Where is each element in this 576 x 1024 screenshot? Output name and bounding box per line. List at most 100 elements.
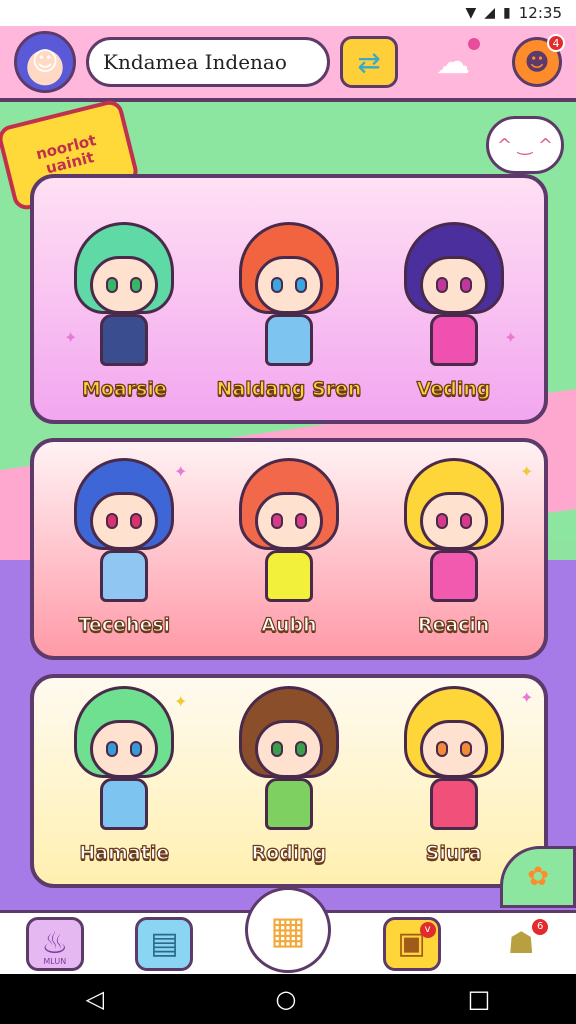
character-name: Roding bbox=[251, 841, 327, 864]
character-eye bbox=[106, 513, 119, 529]
character-eye bbox=[106, 277, 119, 293]
character-eye bbox=[106, 741, 119, 757]
character-tile[interactable]: Aubh bbox=[214, 458, 364, 637]
basket-icon: ▦ bbox=[270, 907, 306, 952]
character-portrait bbox=[64, 222, 184, 372]
character-name: Veding bbox=[416, 377, 491, 400]
character-eye bbox=[435, 741, 448, 757]
status-time: 12:35 bbox=[518, 4, 562, 22]
character-face bbox=[419, 256, 488, 314]
character-face bbox=[254, 256, 323, 314]
character-tile[interactable]: Veding bbox=[379, 222, 529, 401]
wifi-icon: ▼ bbox=[465, 5, 477, 21]
character-outfit bbox=[429, 778, 478, 830]
player-name-field[interactable]: Kndamea Indenao bbox=[86, 37, 330, 87]
battery-icon: ▮ bbox=[503, 5, 511, 21]
home-icon[interactable]: ○ bbox=[275, 985, 296, 1013]
character-tile[interactable]: Siura bbox=[379, 686, 529, 865]
character-tile[interactable]: Reacin bbox=[379, 458, 529, 637]
card-icon: ▤ bbox=[150, 926, 179, 961]
sparkle-icon: ✦ bbox=[520, 462, 534, 481]
character-name: Siura bbox=[425, 841, 482, 864]
character-portrait bbox=[229, 222, 349, 372]
character-face bbox=[254, 720, 323, 778]
smile-badge: 4 bbox=[547, 34, 565, 52]
character-portrait bbox=[64, 458, 184, 608]
character-name: Aubh bbox=[261, 613, 318, 636]
character-eye bbox=[130, 277, 143, 293]
character-outfit bbox=[429, 314, 478, 366]
nav-potion-button[interactable]: ♨ MLUN bbox=[25, 916, 84, 971]
character-face bbox=[90, 720, 159, 778]
nav-label: MLUN bbox=[43, 956, 67, 966]
character-card-row-1: ✦ ✦ Moarsie Naldang Sren Veding bbox=[30, 174, 548, 424]
character-card-row-3: ✦ ✦ Hamatie Roding Siura bbox=[30, 674, 548, 888]
character-eye bbox=[294, 277, 307, 293]
character-name: Naldang Sren bbox=[216, 377, 362, 400]
character-portrait bbox=[229, 458, 349, 608]
nav-basket-button[interactable]: ▦ bbox=[244, 886, 331, 973]
character-portrait bbox=[394, 686, 514, 836]
smile-icon: ☻ bbox=[524, 48, 550, 76]
character-outfit bbox=[100, 550, 149, 602]
character-outfit bbox=[429, 550, 478, 602]
character-portrait bbox=[394, 458, 514, 608]
signal-icon: ◢ bbox=[484, 5, 496, 21]
character-eye bbox=[435, 513, 448, 529]
avatar[interactable]: ☺ bbox=[14, 31, 76, 93]
character-outfit bbox=[100, 314, 149, 366]
character-tile[interactable]: Naldang Sren bbox=[214, 222, 364, 401]
nav-card-button[interactable]: ▤ bbox=[135, 916, 194, 971]
ghost-icon: ☁ bbox=[436, 42, 470, 82]
bottom-nav: ♨ MLUN ▤ ▦ ▣ v ☗ 6 bbox=[0, 886, 576, 974]
character-outfit bbox=[100, 778, 149, 830]
character-eye bbox=[459, 277, 472, 293]
character-portrait bbox=[64, 686, 184, 836]
sparkle-icon: ✦ bbox=[520, 688, 534, 707]
character-face bbox=[254, 492, 323, 550]
character-eye bbox=[294, 513, 307, 529]
character-portrait bbox=[394, 222, 514, 372]
character-outfit bbox=[264, 550, 313, 602]
speech-bubble[interactable]: ^ ‿ ^ bbox=[486, 116, 564, 174]
character-eye bbox=[130, 513, 143, 529]
smile-button[interactable]: ☻ 4 bbox=[512, 34, 565, 87]
character-tile[interactable]: Moarsie bbox=[49, 222, 199, 401]
character-tile[interactable]: Hamatie bbox=[49, 686, 199, 865]
character-name: Moarsie bbox=[81, 377, 167, 400]
character-face bbox=[90, 256, 159, 314]
speech-text: ^ ‿ ^ bbox=[496, 134, 554, 156]
character-face bbox=[419, 492, 488, 550]
character-name: Hamatie bbox=[79, 841, 170, 864]
character-eye bbox=[459, 513, 472, 529]
creature-icon: ☗ bbox=[507, 926, 535, 961]
character-eye bbox=[270, 741, 283, 757]
character-tile[interactable]: Tecehesi bbox=[49, 458, 199, 637]
character-eye bbox=[130, 741, 143, 757]
ghost-button[interactable]: ☁ bbox=[422, 36, 484, 88]
character-face bbox=[419, 720, 488, 778]
nav-badge: 6 bbox=[532, 918, 549, 935]
swap-button[interactable]: ⇄ bbox=[340, 36, 398, 88]
character-card-row-2: ✦ ✦ Tecehesi Aubh Reacin bbox=[30, 438, 548, 660]
nav-creature-button[interactable]: ☗ 6 bbox=[492, 917, 550, 971]
character-portrait bbox=[229, 686, 349, 836]
character-name: Tecehesi bbox=[78, 613, 171, 636]
status-bar: ▼ ◢ ▮ 12:35 bbox=[0, 0, 576, 26]
nav-badge: v bbox=[419, 921, 436, 938]
character-eye bbox=[435, 277, 448, 293]
character-eye bbox=[459, 741, 472, 757]
system-nav-bar: ◁ ○ □ bbox=[0, 974, 576, 1024]
recents-icon[interactable]: □ bbox=[468, 985, 491, 1013]
swap-icon: ⇄ bbox=[357, 45, 381, 79]
character-tile[interactable]: Roding bbox=[214, 686, 364, 865]
character-outfit bbox=[264, 314, 313, 366]
character-face bbox=[90, 492, 159, 550]
notification-dot bbox=[468, 38, 480, 50]
character-name: Reacin bbox=[417, 613, 490, 636]
character-outfit bbox=[264, 778, 313, 830]
nav-bag-button[interactable]: ▣ v bbox=[382, 916, 441, 971]
back-icon[interactable]: ◁ bbox=[86, 985, 104, 1013]
top-header: ☺ Kndamea Indenao ⇄ ☁ ☻ 4 bbox=[0, 26, 576, 102]
character-eye bbox=[270, 277, 283, 293]
